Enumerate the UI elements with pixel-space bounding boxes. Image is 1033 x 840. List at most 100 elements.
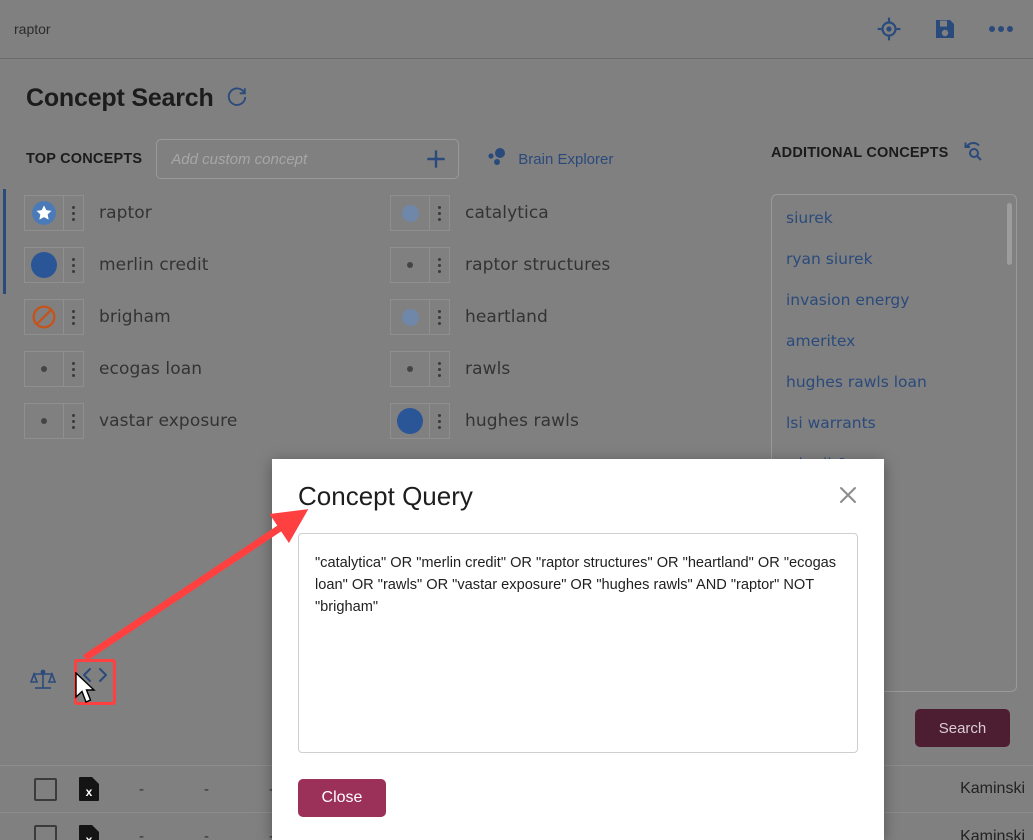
refresh-icon[interactable]	[226, 86, 248, 112]
concept-item[interactable]: catalytica	[390, 195, 610, 231]
more-options-icon[interactable]	[987, 15, 1015, 43]
table-cell-name: Kaminski	[960, 827, 1025, 840]
table-cell: -	[139, 828, 144, 840]
brain-explorer-link[interactable]: Brain Explorer	[486, 147, 613, 171]
small-dot-marker-icon[interactable]	[25, 404, 63, 438]
top-concepts-column-a: raptor merlin credit brigham ecogas loan…	[24, 195, 237, 455]
concept-label: merlin credit	[99, 255, 209, 275]
excel-file-icon[interactable]	[79, 824, 99, 840]
concept-item[interactable]: merlin credit	[24, 247, 237, 283]
concept-options-icon[interactable]	[64, 248, 83, 282]
concept-label: catalytica	[465, 203, 549, 223]
concept-marker-chip[interactable]	[390, 247, 450, 283]
list-item[interactable]: lsi warrants	[786, 414, 1016, 432]
row-checkbox[interactable]	[34, 777, 57, 801]
concept-marker-chip[interactable]	[390, 351, 450, 387]
add-custom-concept-box	[156, 139, 460, 179]
scales-balance-icon[interactable]	[29, 668, 57, 696]
small-dot-marker-icon[interactable]	[391, 352, 429, 386]
star-marker-icon[interactable]	[25, 196, 63, 230]
dialog-title: Concept Query	[298, 481, 473, 511]
small-dot-marker-icon[interactable]	[25, 352, 63, 386]
search-button[interactable]: Search	[915, 709, 1010, 747]
concept-marker-chip[interactable]	[390, 403, 450, 439]
application-window: raptor Concept Search TOP CONCEPTS Add c…	[0, 0, 1033, 840]
table-cell: -	[204, 780, 209, 798]
excel-file-icon[interactable]	[79, 777, 99, 801]
concept-item[interactable]: heartland	[390, 299, 610, 335]
top-concepts-label: TOP CONCEPTS	[26, 151, 143, 167]
medium-dot-marker-icon[interactable]	[391, 196, 429, 230]
concept-label: heartland	[465, 307, 548, 327]
close-x-icon[interactable]	[834, 481, 862, 509]
additional-concepts-scrollbar[interactable]	[1007, 203, 1012, 265]
concept-options-icon[interactable]	[430, 248, 449, 282]
brain-explorer-label: Brain Explorer	[518, 150, 614, 168]
concept-label: brigham	[99, 307, 171, 327]
concept-label: raptor structures	[465, 255, 611, 275]
concept-label: raptor	[99, 203, 152, 223]
concept-options-icon[interactable]	[64, 352, 83, 386]
plus-icon[interactable]	[414, 140, 458, 178]
lower-toolbar	[29, 659, 116, 705]
list-item[interactable]: ameritex	[786, 332, 1016, 350]
concept-item[interactable]: ecogas loan	[24, 351, 237, 387]
code-brackets-icon[interactable]	[81, 665, 109, 689]
table-cell-name: Kaminski	[960, 780, 1025, 797]
concept-options-icon[interactable]	[430, 300, 449, 334]
concept-item[interactable]: brigham	[24, 299, 237, 335]
concept-marker-chip[interactable]	[390, 299, 450, 335]
medium-dot-marker-icon[interactable]	[391, 300, 429, 334]
list-item[interactable]: invasion energy	[786, 291, 1016, 309]
concept-options-icon[interactable]	[64, 300, 83, 334]
concept-options-icon[interactable]	[430, 404, 449, 438]
concept-label: ecogas loan	[99, 359, 203, 379]
code-query-button[interactable]	[74, 659, 116, 705]
page-title: Concept Search	[26, 84, 214, 112]
window-title: raptor	[14, 21, 51, 37]
concept-marker-chip[interactable]	[24, 299, 84, 335]
target-locate-icon[interactable]	[875, 15, 903, 43]
concept-query-textarea[interactable]	[298, 533, 858, 753]
concept-marker-chip[interactable]	[24, 247, 84, 283]
left-accent-bar	[3, 189, 6, 294]
concept-item[interactable]: vastar exposure	[24, 403, 237, 439]
concept-item[interactable]: raptor	[24, 195, 237, 231]
row-checkbox[interactable]	[34, 825, 57, 840]
large-dot-marker-icon[interactable]	[25, 248, 63, 282]
concept-marker-chip[interactable]	[24, 195, 84, 231]
concept-marker-chip[interactable]	[24, 403, 84, 439]
concept-options-icon[interactable]	[64, 404, 83, 438]
concept-item[interactable]: rawls	[390, 351, 610, 387]
additional-concepts-header: ADDITIONAL CONCEPTS	[771, 139, 985, 167]
excluded-marker-icon[interactable]	[25, 300, 63, 334]
concept-marker-chip[interactable]	[390, 195, 450, 231]
top-concepts-column-b: catalytica raptor structures heartland r…	[390, 195, 610, 455]
concept-query-dialog: Concept Query Close	[272, 459, 884, 840]
concept-label: hughes rawls	[465, 411, 579, 431]
concept-item[interactable]: raptor structures	[390, 247, 610, 283]
concept-item[interactable]: hughes rawls	[390, 403, 610, 439]
large-dot-marker-icon[interactable]	[391, 404, 429, 438]
list-item[interactable]: hughes rawls loan	[786, 373, 1016, 391]
concept-options-icon[interactable]	[430, 352, 449, 386]
close-button[interactable]: Close	[298, 779, 386, 817]
page-title-row: Concept Search	[26, 84, 248, 113]
window-titlebar: raptor	[0, 0, 1033, 59]
additional-concepts-label: ADDITIONAL CONCEPTS	[771, 145, 949, 161]
concept-label: vastar exposure	[99, 411, 238, 431]
save-floppy-icon[interactable]	[931, 15, 959, 43]
concept-options-icon[interactable]	[430, 196, 449, 230]
add-custom-concept-input[interactable]	[157, 150, 415, 168]
table-cell: -	[139, 780, 144, 798]
titlebar-icon-group	[875, 15, 1033, 43]
small-dot-marker-icon[interactable]	[391, 248, 429, 282]
concept-marker-chip[interactable]	[24, 351, 84, 387]
brain-explorer-icon	[486, 147, 508, 171]
list-item[interactable]: siurek	[786, 209, 1016, 227]
refresh-search-icon[interactable]	[961, 139, 985, 167]
top-concepts-toolbar: TOP CONCEPTS Brain Explorer	[26, 139, 613, 179]
concept-label: rawls	[465, 359, 511, 379]
list-item[interactable]: ryan siurek	[786, 250, 1016, 268]
concept-options-icon[interactable]	[64, 196, 83, 230]
